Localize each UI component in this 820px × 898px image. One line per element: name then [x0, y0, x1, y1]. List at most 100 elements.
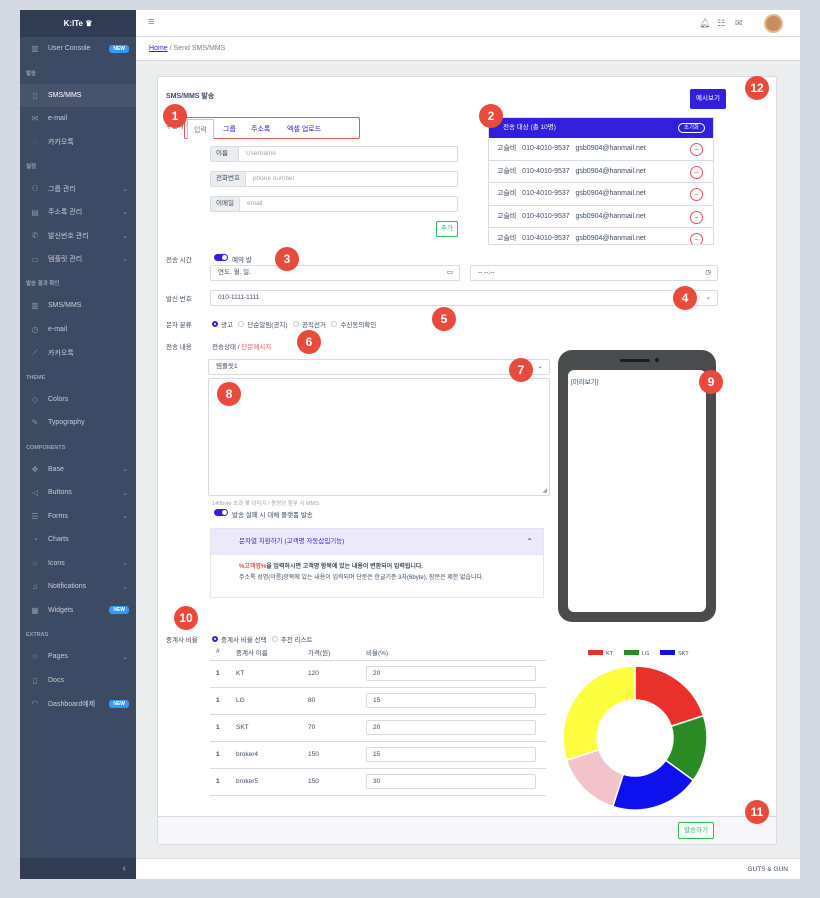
- target-name: 고슬비: [497, 235, 517, 242]
- avatar[interactable]: [764, 14, 783, 33]
- sidebar-item-forms[interactable]: ☰ Forms ⌄: [20, 505, 136, 529]
- ratio-input[interactable]: 15: [366, 747, 536, 762]
- tab-excel-upload[interactable]: 엑셀 업로드: [287, 124, 321, 134]
- email-field[interactable]: 이메일 email: [210, 196, 458, 212]
- legend-swatch: [624, 650, 639, 655]
- handset-icon: ✆: [31, 231, 39, 241]
- phone-field[interactable]: 전화번호 phone number: [210, 171, 458, 187]
- sidebar-item-addressbook[interactable]: ▤ 주소록 관리 ⌄: [20, 201, 136, 225]
- donut-slice-kt[interactable]: [634, 665, 705, 728]
- radio-consent[interactable]: 수신동의확인: [331, 321, 376, 329]
- sidebar-minimizer[interactable]: ‹: [20, 858, 136, 879]
- ratio-cell: 15: [360, 687, 546, 715]
- donut-slice-broker5[interactable]: [562, 665, 636, 762]
- sidebar-item-result-sms[interactable]: ▥ SMS/MMS: [20, 294, 136, 318]
- brand-logo[interactable]: K:ITe ♛: [20, 10, 136, 37]
- name-field[interactable]: 이름 Username: [210, 146, 458, 162]
- remove-icon[interactable]: −: [690, 143, 703, 156]
- breadcrumb-home-link[interactable]: Home: [149, 45, 168, 52]
- cursor-icon: ◁: [31, 488, 39, 498]
- fallback-toggle[interactable]: [214, 509, 228, 516]
- broker-label: 중계사 비율: [166, 637, 198, 644]
- annotation-badge-7: 7: [509, 358, 533, 382]
- document-icon: ▯: [32, 675, 38, 685]
- template-select[interactable]: 템플릿1 ⌄: [208, 359, 550, 375]
- tab-group[interactable]: 그룹: [223, 124, 236, 134]
- remove-icon[interactable]: −: [690, 233, 703, 244]
- message-type-static: 전송상태 /: [212, 344, 240, 351]
- radio-recommended[interactable]: 추천 리스트: [271, 636, 313, 644]
- sidebar-item-widgets[interactable]: ▦ Widgets NEW: [20, 599, 136, 623]
- sidebar-item-sms-mms[interactable]: ▯ SMS/MMS: [20, 83, 136, 107]
- radio-label: 광고: [221, 322, 233, 329]
- remove-icon[interactable]: −: [690, 210, 703, 224]
- sidebar-item-colors[interactable]: ◇ Colors: [20, 388, 136, 412]
- tab-input[interactable]: 입력: [187, 119, 214, 139]
- chart-icon: ▥: [31, 301, 39, 311]
- sidebar-item-result-kakao[interactable]: ⟋ 카카오톡: [20, 341, 136, 365]
- list-icon[interactable]: ☷: [717, 18, 725, 29]
- hamburger-menu-icon[interactable]: ≡: [148, 16, 154, 28]
- annotation-badge-5: 5: [432, 307, 456, 331]
- ratio-input[interactable]: 20: [366, 666, 536, 681]
- add-button[interactable]: 추가: [436, 221, 458, 237]
- bell-icon[interactable]: 🔔︎: [699, 18, 710, 29]
- sidebar-item-pages[interactable]: ☆ Pages ⌄: [20, 645, 136, 669]
- sender-select[interactable]: 010-1111-1111 ⌄: [210, 290, 718, 306]
- nav-section-components: COMPONENTS: [26, 444, 66, 451]
- radio-ad[interactable]: 광고: [212, 321, 233, 329]
- radio-broker-select[interactable]: 중계사 비율 선택: [212, 636, 266, 644]
- radio-election[interactable]: 공직선거: [293, 321, 326, 329]
- send-button[interactable]: 발송하기: [678, 822, 714, 839]
- schedule-toggle[interactable]: [214, 254, 228, 261]
- sidebar-item-email[interactable]: ✉ e-mail: [20, 107, 136, 131]
- placeholder-help-header[interactable]: 문자열 치환하기 (고객명 자동삽입기능) ⌃: [211, 529, 543, 555]
- card-title: SMS/MMS 발송: [166, 93, 215, 100]
- tab-addressbook[interactable]: 주소록: [251, 124, 270, 134]
- radio-notice[interactable]: 단순알림(공지): [238, 321, 288, 329]
- sidebar-item-template-mgmt[interactable]: ▭ 템플릿 관리 ⌄: [20, 248, 136, 272]
- calendar-icon[interactable]: ▭: [447, 266, 453, 280]
- sidebar-item-buttons[interactable]: ◁ Buttons ⌄: [20, 481, 136, 505]
- remove-icon[interactable]: −: [690, 165, 703, 179]
- sidebar-item-charts[interactable]: ◔ Charts: [20, 528, 136, 552]
- message-textarea[interactable]: ◢: [208, 378, 550, 496]
- template-value: 템플릿1: [216, 363, 238, 370]
- time-input[interactable]: -- --:-- ◷: [470, 265, 718, 281]
- date-input[interactable]: 연도. 월. 일. ▭: [210, 265, 460, 281]
- resize-handle-icon[interactable]: ◢: [542, 487, 547, 494]
- nav-section-result: 발송 결과 확인: [26, 281, 60, 287]
- sidebar-item-result-email[interactable]: ◷ e-mail: [20, 318, 136, 342]
- ratio-input[interactable]: 30: [366, 774, 536, 789]
- new-badge: NEW: [109, 606, 129, 615]
- envelope-icon[interactable]: ✉: [735, 18, 743, 29]
- breadcrumb: Home / Send SMS/MMS: [136, 37, 800, 61]
- message-type-link[interactable]: 단문메시지: [241, 344, 271, 351]
- clock-icon[interactable]: ◷: [705, 266, 711, 280]
- bookmark-icon: ▭: [31, 254, 39, 264]
- reset-button[interactable]: 초기화: [677, 123, 705, 133]
- column-header: 가격(원): [302, 644, 360, 661]
- sidebar-item-group-mgmt[interactable]: ⚇ 그룹 관리 ⌄: [20, 177, 136, 201]
- sidebar-item-kakao[interactable]: ◌ 카카오톡: [20, 131, 136, 155]
- sidebar-item-notifications[interactable]: ♫ Notifications ⌄: [20, 575, 136, 599]
- preview-button[interactable]: 예시보기: [690, 89, 726, 109]
- legend-swatch: [588, 650, 603, 655]
- sidebar-item-sender-mgmt[interactable]: ✆ 발신번호 관리 ⌄: [20, 224, 136, 248]
- ratio-input[interactable]: 15: [366, 693, 536, 708]
- target-phone: 010-4010-9537: [522, 145, 570, 152]
- chevron-up-icon[interactable]: ⌃: [526, 529, 533, 555]
- sidebar-item-base[interactable]: ✥ Base ⌄: [20, 458, 136, 482]
- target-row: 고슬비 010-4010-9537 gsb0904@hanmail.net −: [489, 138, 713, 161]
- brand-text: K:ITe: [63, 19, 83, 28]
- ratio-input[interactable]: 20: [366, 720, 536, 735]
- sidebar-item-typography[interactable]: ✎ Typography: [20, 411, 136, 435]
- sidebar-item-docs[interactable]: ▯ Docs: [20, 669, 136, 693]
- sidebar-item-icons[interactable]: ☆ Icons ⌄: [20, 552, 136, 576]
- remove-icon[interactable]: −: [690, 188, 703, 201]
- nav-section-settings: 설정: [26, 164, 37, 170]
- clock-icon: ◷: [31, 324, 39, 334]
- sidebar: K:ITe ♛ ▥ User Console NEW 발송 ▯ SMS/MMS ✉ e-…: [20, 10, 136, 879]
- sidebar-item-user-console[interactable]: ▥ User Console NEW: [20, 37, 136, 61]
- sidebar-item-dashboard[interactable]: ◠ Dashboard예제 NEW: [20, 692, 136, 716]
